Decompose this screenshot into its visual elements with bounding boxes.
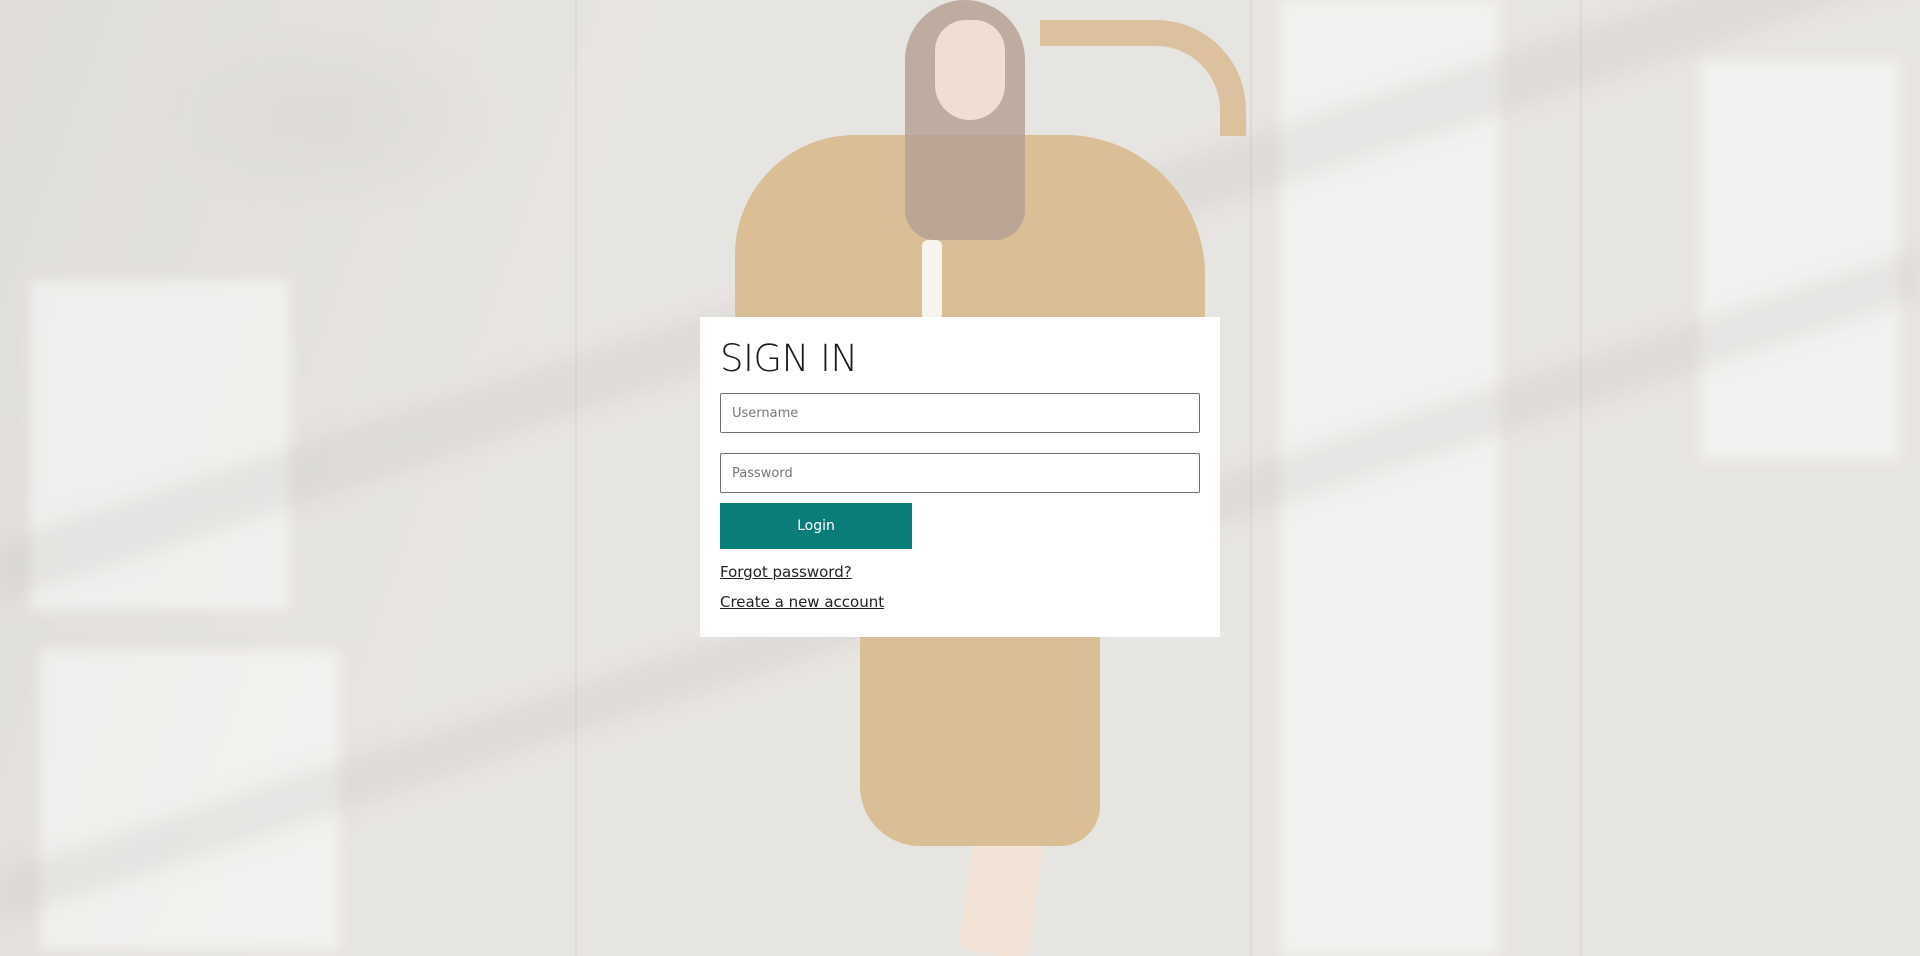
forgot-password-link[interactable]: Forgot password? [720,563,852,581]
create-account-link[interactable]: Create a new account [720,593,884,611]
signin-title: SIGN IN [720,337,858,380]
username-input[interactable] [720,393,1200,433]
password-input[interactable] [720,453,1200,493]
signin-card: SIGN IN Login Forgot password? Create a … [700,317,1220,637]
login-page: SIGN IN Login Forgot password? Create a … [0,0,1920,956]
login-button[interactable]: Login [720,503,912,549]
